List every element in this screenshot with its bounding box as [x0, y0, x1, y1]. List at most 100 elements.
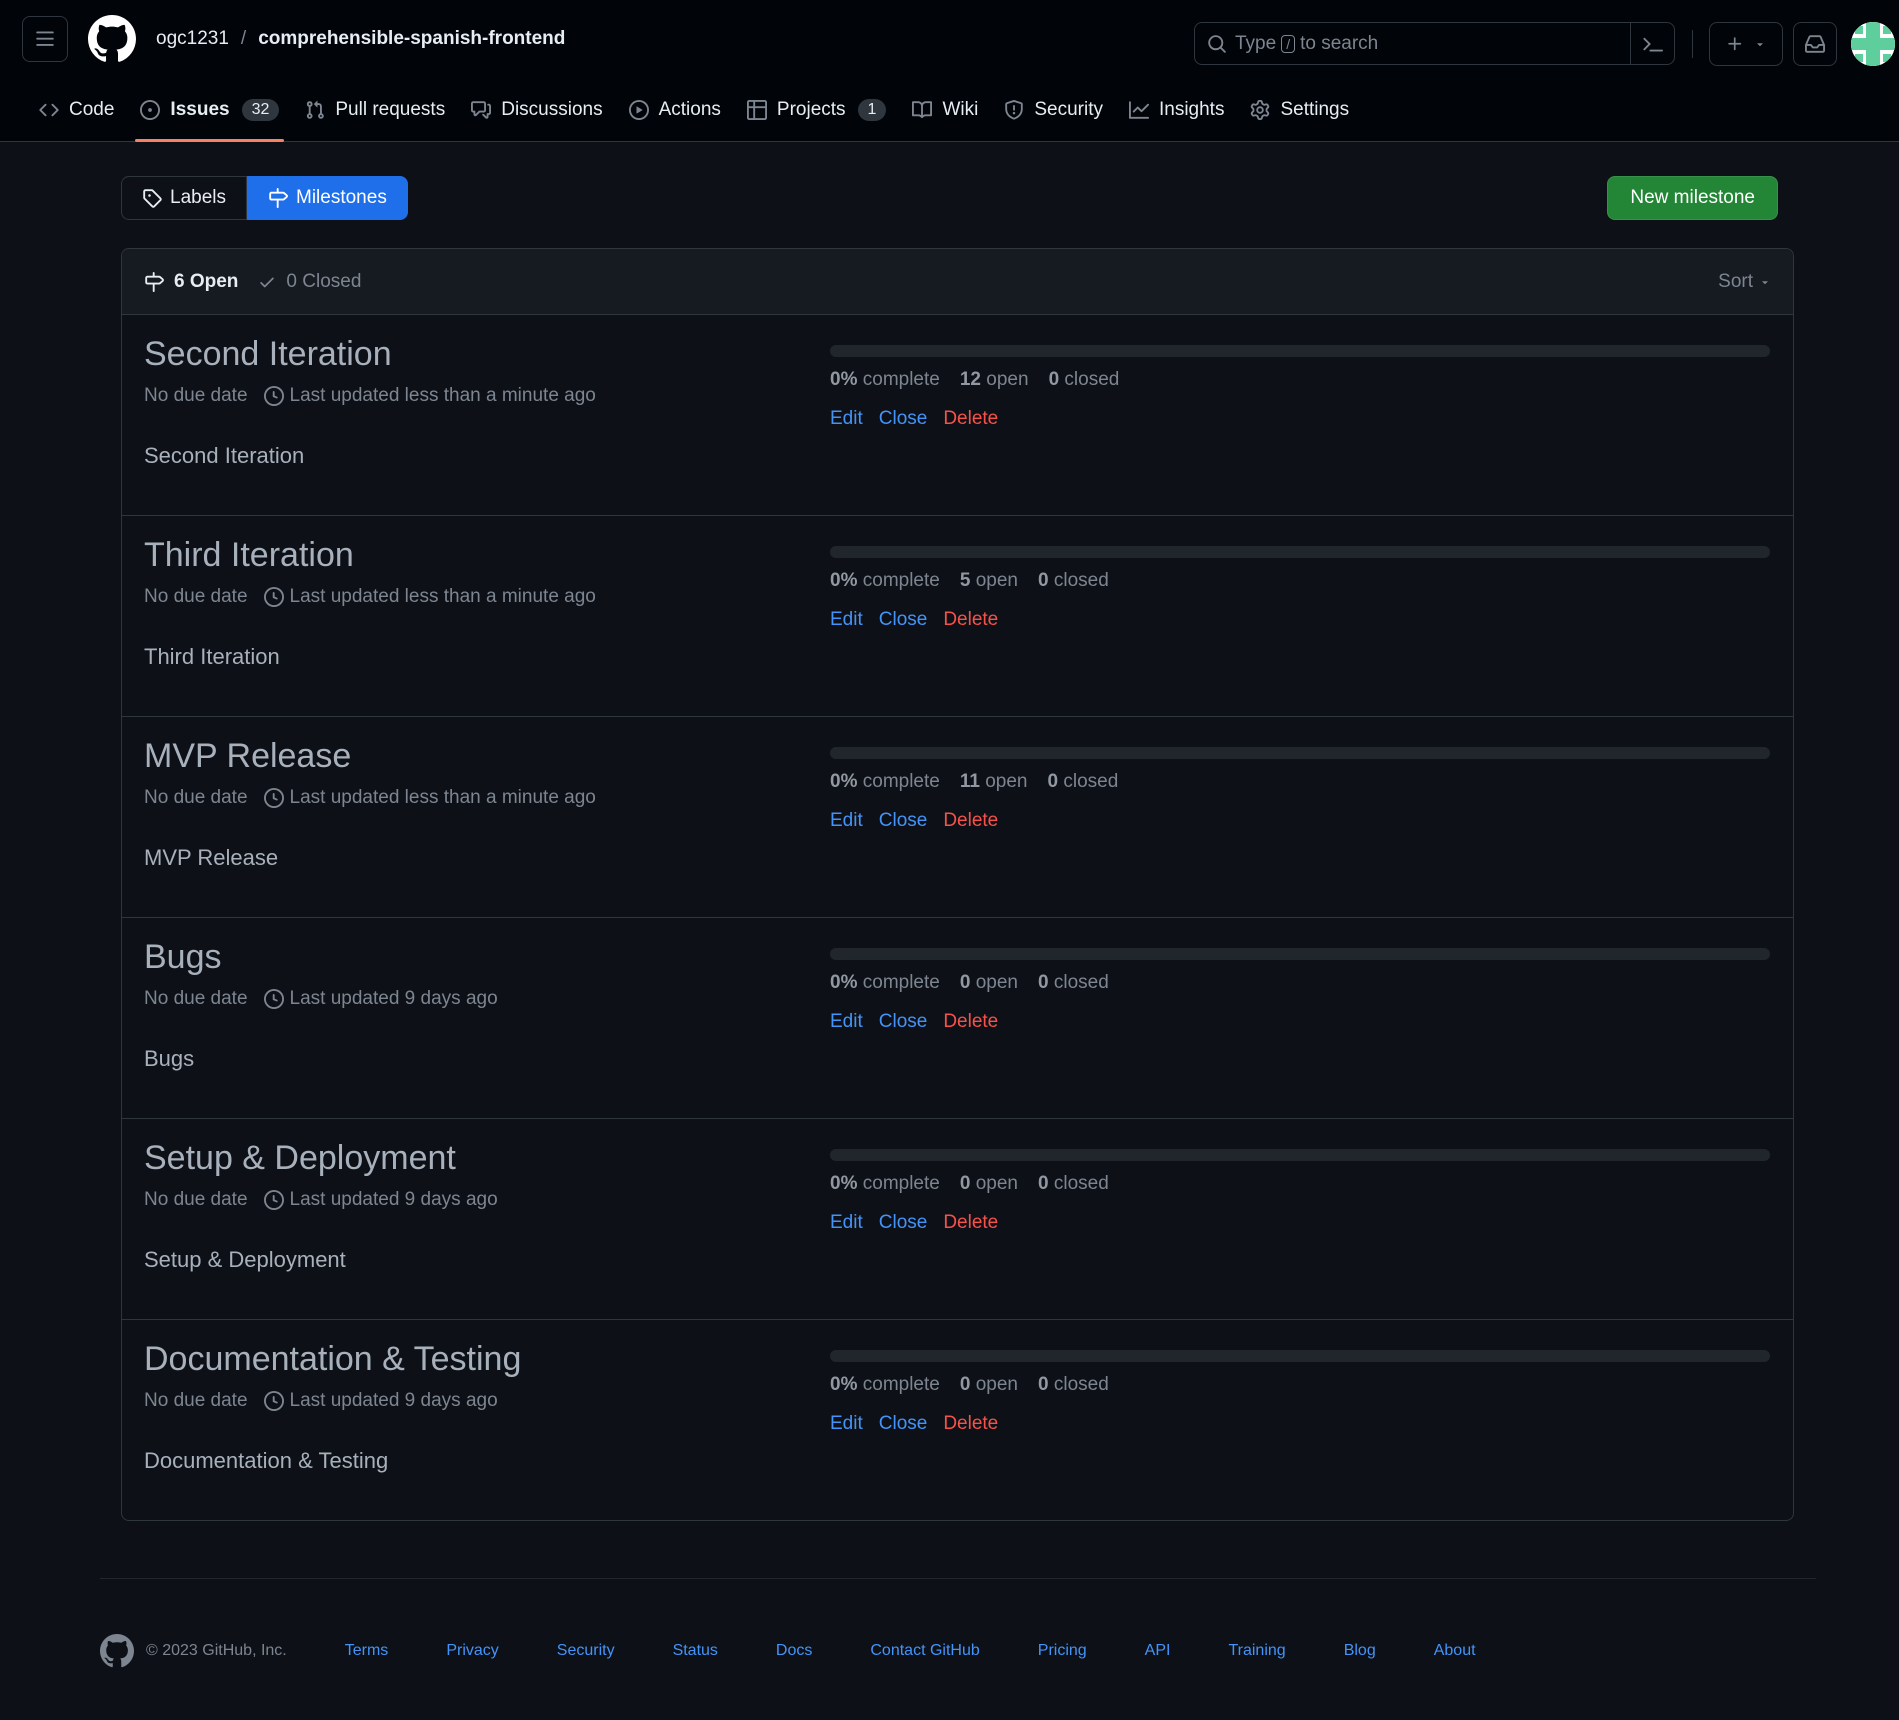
- gear-icon: [1251, 99, 1270, 120]
- closed-issues-count[interactable]: 0 closed: [1038, 570, 1109, 592]
- edit-link[interactable]: Edit: [830, 810, 863, 832]
- tab-issues[interactable]: Issues 32: [127, 78, 292, 142]
- delete-link[interactable]: Delete: [943, 1413, 998, 1435]
- edit-link[interactable]: Edit: [830, 1011, 863, 1033]
- progress-bar: [830, 546, 1770, 558]
- tab-settings[interactable]: Settings: [1237, 78, 1362, 141]
- footer-link-terms[interactable]: Terms: [345, 1642, 389, 1660]
- progress-bar: [830, 1149, 1770, 1161]
- inbox-button[interactable]: [1793, 22, 1837, 66]
- avatar[interactable]: [1851, 22, 1895, 66]
- open-issues-count[interactable]: 0 open: [960, 1374, 1018, 1396]
- edit-link[interactable]: Edit: [830, 1413, 863, 1435]
- close-link[interactable]: Close: [879, 1212, 928, 1234]
- new-milestone-button[interactable]: New milestone: [1607, 176, 1778, 220]
- footer-link-privacy[interactable]: Privacy: [446, 1642, 498, 1660]
- footer-link-contact[interactable]: Contact GitHub: [870, 1642, 979, 1660]
- comment-discussion-icon: [471, 100, 492, 119]
- milestone-meta: No due date Last updated 9 days ago: [144, 1390, 498, 1412]
- open-milestones-filter[interactable]: 6 Open: [144, 271, 238, 293]
- open-issues-count[interactable]: 12 open: [960, 369, 1029, 391]
- labels-link[interactable]: Labels: [121, 176, 247, 220]
- github-logo-icon[interactable]: [100, 1634, 134, 1668]
- search-input[interactable]: Type / to search: [1194, 22, 1675, 65]
- closed-issues-count[interactable]: 0 closed: [1038, 1374, 1109, 1396]
- footer-link-docs[interactable]: Docs: [776, 1642, 812, 1660]
- tab-security[interactable]: Security: [991, 78, 1116, 141]
- repo-name-link[interactable]: comprehensible-spanish-frontend: [258, 28, 565, 50]
- footer-link-api[interactable]: API: [1145, 1642, 1171, 1660]
- create-new-button[interactable]: [1709, 22, 1783, 66]
- closed-milestones-filter[interactable]: 0 Closed: [258, 271, 361, 293]
- milestones-link[interactable]: Milestones: [247, 176, 408, 220]
- milestone-title[interactable]: Setup & Deployment: [144, 1139, 456, 1178]
- close-link[interactable]: Close: [879, 408, 928, 430]
- milestone-title[interactable]: Third Iteration: [144, 536, 354, 575]
- search-shortcut-key: /: [1281, 34, 1296, 53]
- closed-issues-count[interactable]: 0 closed: [1048, 771, 1119, 793]
- menu-button[interactable]: [22, 16, 68, 62]
- tab-wiki[interactable]: Wiki: [899, 78, 991, 141]
- edit-link[interactable]: Edit: [830, 609, 863, 631]
- open-issues-count[interactable]: 0 open: [960, 972, 1018, 994]
- milestone-title[interactable]: Second Iteration: [144, 335, 392, 374]
- hamburger-icon: [36, 31, 54, 46]
- tab-actions[interactable]: Actions: [616, 78, 734, 141]
- close-link[interactable]: Close: [879, 1413, 928, 1435]
- close-link[interactable]: Close: [879, 609, 928, 631]
- open-issues-count[interactable]: 0 open: [960, 1173, 1018, 1195]
- global-header: ogc1231 / comprehensible-spanish-fronten…: [0, 0, 1899, 78]
- sort-dropdown[interactable]: Sort: [1718, 271, 1771, 293]
- github-logo-icon[interactable]: [88, 15, 136, 63]
- close-link[interactable]: Close: [879, 1011, 928, 1033]
- tab-discussions[interactable]: Discussions: [458, 78, 615, 141]
- tag-icon: [143, 189, 162, 208]
- footer-link-training[interactable]: Training: [1228, 1642, 1285, 1660]
- progress-bar: [830, 345, 1770, 357]
- delete-link[interactable]: Delete: [943, 609, 998, 631]
- clock-icon: [263, 587, 284, 607]
- delete-link[interactable]: Delete: [943, 408, 998, 430]
- tab-label: Wiki: [942, 98, 979, 120]
- sort-label: Sort: [1718, 270, 1753, 292]
- milestone-meta: No due date Last updated less than a min…: [144, 787, 596, 809]
- percent-complete: 0% complete: [830, 972, 940, 993]
- delete-link[interactable]: Delete: [943, 1011, 998, 1033]
- footer-link-pricing[interactable]: Pricing: [1038, 1642, 1087, 1660]
- tab-code[interactable]: Code: [26, 78, 127, 141]
- milestone-description: Documentation & Testing: [144, 1448, 389, 1473]
- closed-issues-count[interactable]: 0 closed: [1038, 1173, 1109, 1195]
- closed-issues-count[interactable]: 0 closed: [1049, 369, 1120, 391]
- milestone-title[interactable]: MVP Release: [144, 737, 351, 776]
- tab-label: Security: [1034, 98, 1103, 120]
- tab-label: Insights: [1158, 98, 1225, 120]
- delete-link[interactable]: Delete: [943, 810, 998, 832]
- milestone-title[interactable]: Bugs: [144, 938, 222, 977]
- closed-issues-count[interactable]: 0 closed: [1038, 972, 1109, 994]
- last-updated: Last updated less than a minute ago: [263, 586, 596, 608]
- edit-link[interactable]: Edit: [830, 408, 863, 430]
- milestone-stats: 0% complete 12 open 0 closed: [830, 369, 1119, 391]
- closed-count: 0 Closed: [286, 270, 362, 292]
- close-link[interactable]: Close: [879, 810, 928, 832]
- open-issues-count[interactable]: 5 open: [960, 570, 1018, 592]
- footer-link-status[interactable]: Status: [673, 1642, 718, 1660]
- milestone-title[interactable]: Documentation & Testing: [144, 1340, 521, 1379]
- book-icon: [912, 100, 933, 118]
- delete-link[interactable]: Delete: [943, 1212, 998, 1234]
- last-updated: Last updated 9 days ago: [263, 1390, 498, 1412]
- tab-projects[interactable]: Projects 1: [734, 78, 900, 141]
- percent-complete: 0% complete: [830, 369, 940, 390]
- milestone-icon: [269, 188, 288, 208]
- command-palette-button[interactable]: [1630, 23, 1674, 64]
- percent-complete: 0% complete: [830, 771, 940, 792]
- open-issues-count[interactable]: 11 open: [960, 771, 1028, 793]
- tab-insights[interactable]: Insights: [1116, 78, 1237, 141]
- footer-link-about[interactable]: About: [1434, 1642, 1476, 1660]
- repo-owner-link[interactable]: ogc1231: [156, 28, 229, 50]
- tab-label: Pull requests: [335, 98, 446, 120]
- tab-pull-requests[interactable]: Pull requests: [292, 78, 458, 141]
- edit-link[interactable]: Edit: [830, 1212, 863, 1234]
- footer-link-blog[interactable]: Blog: [1344, 1642, 1376, 1660]
- footer-link-security[interactable]: Security: [557, 1642, 615, 1660]
